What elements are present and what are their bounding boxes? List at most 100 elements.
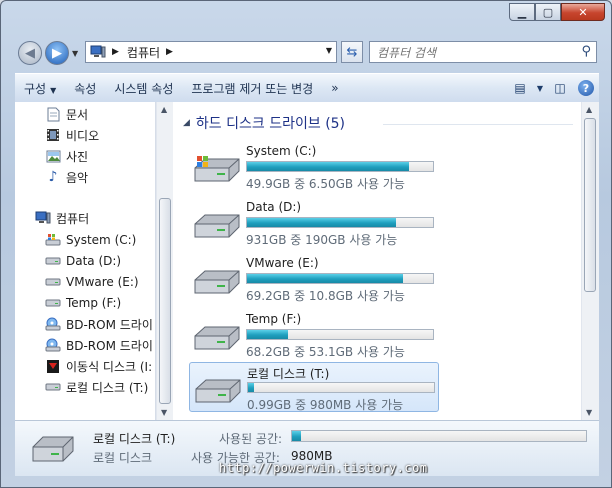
chevron-down-icon: ▼ [50,85,57,95]
maximize-button[interactable]: ▢ [535,3,561,21]
drive-usage-fill [248,383,254,392]
sidebar-item-vmware-e[interactable]: VMware (E:) [45,272,139,292]
close-button[interactable]: ✕ [561,3,605,21]
uninstall-program-button[interactable]: 프로그램 제거 또는 변경 [182,80,322,97]
navigation-pane-scrollbar[interactable]: ▲ ▼ [156,102,174,420]
sidebar-item-data-d[interactable]: Data (D:) [45,251,121,271]
drive-space-info: 68.2GB 중 53.1GB 사용 가능 [246,345,405,359]
drive-usage-fill [247,218,396,227]
group-divider [383,124,573,125]
drive-usage-bar [246,329,434,340]
breadcrumb-computer[interactable]: 컴퓨터 [127,44,160,61]
drive-tile[interactable]: VMware (E:) 69.2GB 중 10.8GB 사용 가능 [189,254,439,304]
sidebar-item-local-disk-t[interactable]: 로컬 디스크 (T:) [45,377,148,397]
preview-pane-icon[interactable]: ◫ [547,77,573,99]
help-button[interactable]: ? [573,77,599,99]
address-bar[interactable]: ▶ 컴퓨터 ▶ ▼ [85,41,337,63]
organize-button[interactable]: 구성 ▼ [15,80,65,97]
collapse-group-icon[interactable]: ◢ [183,118,190,128]
drive-name: Data (D:) [246,200,302,214]
document-icon [45,106,61,122]
address-dropdown-icon[interactable]: ▼ [326,46,332,55]
scroll-up-icon[interactable]: ▲ [586,105,592,114]
group-title: 하드 디스크 드라이브 (5) [195,116,346,132]
content-area: 문서 비디오 사진 ♪ 음악 컴퓨터 System (C:) Data (D:)… [15,102,599,420]
scroll-down-icon[interactable]: ▼ [161,408,167,417]
search-icon[interactable]: ⚲ [581,44,591,59]
bd-rom-icon [45,316,61,332]
group-header[interactable]: ◢ 하드 디스크 드라이브 (5) [183,113,345,133]
drive-space-info: 0.99GB 중 980MB 사용 가능 [247,398,404,412]
search-box[interactable]: ⚲ [369,41,597,63]
sidebar-item-bd-rom-1[interactable]: BD-ROM 드라이 [45,314,153,334]
drive-name: Temp (F:) [246,312,302,326]
sidebar-item-system-c[interactable]: System (C:) [45,230,136,250]
used-space-label: 사용된 공간: [219,432,283,446]
system-properties-button[interactable]: 시스템 속성 [105,80,182,97]
drive-space-info: 49.9GB 중 6.50GB 사용 가능 [246,177,405,191]
computer-icon [90,45,106,58]
details-type: 로컬 디스크 [93,451,153,465]
sidebar-item-videos[interactable]: 비디오 [45,125,99,145]
sidebar-item-label: System (C:) [66,233,137,247]
scrollbar-thumb[interactable] [584,118,596,292]
drive-icon [194,326,240,350]
sidebar-item-removable-disk[interactable]: 이동식 디스크 (I: [45,356,152,376]
window-controls: ▁ ▢ ✕ [509,3,605,21]
title-bar: ▁ ▢ ✕ [1,1,611,35]
sidebar-item-documents[interactable]: 문서 [45,104,88,124]
drive-usage-bar [246,273,434,284]
drive-tile[interactable]: 로컬 디스크 (T:) 0.99GB 중 980MB 사용 가능 [189,362,439,412]
explorer-window: ▁ ▢ ✕ ◀ ▶ ▼ ▶ 컴퓨터 ▶ ▼ ⇆ ⚲ 구성▼ 속성 시스템 속성 [0,0,612,488]
video-icon [45,127,61,143]
drive-name: VMware (E:) [246,256,319,270]
drive-name: System (C:) [246,144,317,158]
breadcrumb-chevron-icon[interactable]: ▶ [166,47,173,57]
view-dropdown-icon[interactable]: ▼ [533,77,547,99]
forward-button[interactable]: ▶ [45,41,69,65]
sidebar-item-music[interactable]: ♪ 음악 [45,167,89,187]
scrollbar-thumb[interactable] [159,198,171,404]
drive-icon [45,253,61,269]
minimize-button[interactable]: ▁ [509,3,535,21]
drive-tile[interactable]: Data (D:) 931GB 중 190GB 사용 가능 [189,198,439,248]
drive-list: ◢ 하드 디스크 드라이브 (5) System (C:) 49.9GB 중 6.… [173,102,581,420]
bd-rom-icon [45,337,61,353]
drive-tile[interactable]: Temp (F:) 68.2GB 중 53.1GB 사용 가능 [189,310,439,360]
drive-icon [45,379,61,395]
windows-drive-icon [194,156,240,182]
breadcrumb-separator-icon[interactable]: ▶ [112,47,119,57]
drive-icon [195,379,241,403]
sidebar-item-label: VMware (E:) [66,275,139,289]
sidebar-item-label: Temp (F:) [66,296,122,310]
used-space-bar [291,430,587,442]
drive-icon [32,436,74,462]
watermark: http://powerwin.tistory.com [219,461,428,475]
recent-pages-dropdown-icon[interactable]: ▼ [72,49,78,58]
more-commands-button[interactable]: » [322,81,347,95]
drive-usage-bar [246,217,434,228]
drive-usage-fill [247,274,404,283]
drive-usage-bar [247,382,435,393]
drive-tile[interactable]: System (C:) 49.9GB 중 6.50GB 사용 가능 [189,142,439,192]
back-button[interactable]: ◀ [18,41,42,65]
sidebar-item-temp-f[interactable]: Temp (F:) [45,293,121,313]
scroll-up-icon[interactable]: ▲ [161,105,167,114]
refresh-button[interactable]: ⇆ [341,41,363,63]
computer-icon [35,210,51,226]
sidebar-item-bd-rom-2[interactable]: BD-ROM 드라이 [45,335,153,355]
help-icon: ? [578,80,594,96]
sidebar-item-computer[interactable]: 컴퓨터 [35,208,89,228]
scroll-down-icon[interactable]: ▼ [586,408,592,417]
sidebar-item-pictures[interactable]: 사진 [45,146,88,166]
sidebar-item-label: 사진 [66,149,89,164]
search-input[interactable] [375,43,569,63]
navigation-bar: ◀ ▶ ▼ ▶ 컴퓨터 ▶ ▼ ⇆ ⚲ [1,35,611,69]
drive-usage-bar [246,161,434,172]
properties-button[interactable]: 속성 [65,80,105,97]
change-view-icon[interactable]: ▤ [507,77,533,99]
picture-icon [45,148,61,164]
sidebar-item-label: 이동식 디스크 (I: [66,359,153,374]
drive-list-scrollbar[interactable]: ▲ ▼ [581,102,599,420]
details-title: 로컬 디스크 (T:) [93,432,176,446]
